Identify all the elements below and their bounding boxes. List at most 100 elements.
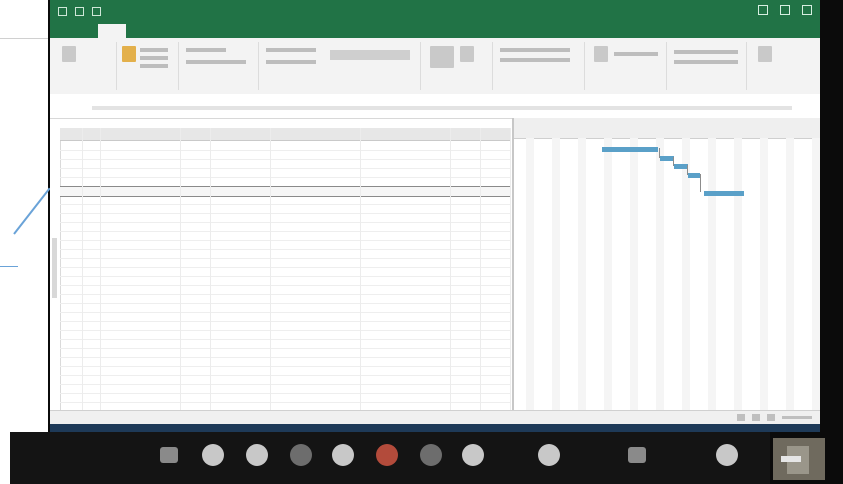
save-icon[interactable] <box>58 7 67 16</box>
gantt-nonworking-column <box>682 138 690 410</box>
grid-column-line <box>82 128 83 410</box>
gantt-nonworking-column <box>552 138 560 410</box>
ribbon-tab[interactable] <box>140 24 164 38</box>
dependency-arrow <box>659 148 660 158</box>
divider <box>0 38 48 39</box>
camera-icon[interactable] <box>202 444 224 466</box>
project-app-window <box>50 0 820 432</box>
os-taskbar <box>50 424 820 432</box>
dependency-arrow <box>700 174 701 192</box>
gantt-nonworking-column <box>812 138 820 410</box>
format-painter-icon[interactable] <box>140 64 168 68</box>
gantt-task-bar[interactable] <box>602 147 658 152</box>
chat-icon[interactable] <box>332 444 354 466</box>
background-page <box>0 0 51 484</box>
auto-schedule-icon[interactable] <box>460 46 474 62</box>
cut-icon[interactable] <box>140 48 168 52</box>
security-icon[interactable] <box>246 444 268 466</box>
apps-icon[interactable] <box>538 444 560 466</box>
grid-column-line <box>480 128 481 410</box>
manually-schedule-icon[interactable] <box>430 46 454 68</box>
close-icon[interactable] <box>802 5 812 15</box>
gantt-task-bar[interactable] <box>688 173 700 178</box>
gantt-nonworking-column <box>734 138 742 410</box>
properties-buttons[interactable] <box>614 52 658 56</box>
gantt-chart <box>514 118 820 410</box>
minimize-icon[interactable] <box>758 5 768 15</box>
ribbon <box>50 38 820 95</box>
participant-video <box>781 456 801 462</box>
grid-column-line <box>210 128 211 410</box>
insert-buttons[interactable] <box>500 48 570 52</box>
toolbar-icon[interactable] <box>716 444 738 466</box>
paste-icon[interactable] <box>122 46 136 62</box>
gantt-nonworking-column <box>760 138 768 410</box>
ribbon-group-share <box>748 42 816 90</box>
task-grid <box>60 128 510 412</box>
ribbon-tab[interactable] <box>98 24 126 38</box>
team-planner-icon[interactable] <box>767 414 775 421</box>
grid-column-line <box>360 128 361 410</box>
gantt-nonworking-column <box>786 138 794 410</box>
gantt-nonworking-column <box>630 138 638 410</box>
ribbon-tab[interactable] <box>60 24 84 38</box>
share-icon[interactable] <box>758 46 772 62</box>
ribbon-tab[interactable] <box>292 24 316 38</box>
gantt-nonworking-column <box>708 138 716 410</box>
participants-icon[interactable] <box>290 444 312 466</box>
leave-icon[interactable] <box>628 447 646 463</box>
editing-buttons[interactable] <box>674 60 738 64</box>
copy-icon[interactable] <box>140 56 168 60</box>
grid-column-line <box>100 128 101 410</box>
view-shortcuts <box>737 414 812 421</box>
ribbon-tab[interactable] <box>330 24 354 38</box>
ribbon-tab[interactable] <box>216 24 240 38</box>
font-style-buttons[interactable] <box>186 60 246 64</box>
timeline-bar <box>92 106 792 110</box>
gantt-task-bar[interactable] <box>704 191 744 196</box>
gantt-nonworking-column <box>578 138 586 410</box>
status-bar <box>50 410 820 425</box>
drawn-line <box>13 187 51 235</box>
ribbon-tab[interactable] <box>178 24 202 38</box>
drawn-line <box>0 266 18 267</box>
zoom-slider[interactable] <box>782 416 812 419</box>
font-select[interactable] <box>186 48 226 52</box>
share-screen-icon[interactable] <box>376 444 398 466</box>
quick-access-toolbar <box>58 7 101 16</box>
participant-video-thumbnail[interactable] <box>773 438 825 480</box>
timeline[interactable] <box>50 94 820 119</box>
gantt-task-bar[interactable] <box>674 164 688 169</box>
grid-header <box>60 128 510 141</box>
task-usage-icon[interactable] <box>752 414 760 421</box>
ribbon-group-clipboard <box>118 42 179 90</box>
undo-icon[interactable] <box>75 7 84 16</box>
dependency-arrow <box>673 157 674 166</box>
gantt-task-bar[interactable] <box>660 156 674 161</box>
grid-column-line <box>510 128 511 410</box>
gantt-nonworking-column <box>526 138 534 410</box>
ribbon-tabs <box>50 24 820 38</box>
information-icon[interactable] <box>594 46 608 62</box>
grid-column-line <box>180 128 181 410</box>
ribbon-tab[interactable] <box>254 24 278 38</box>
mark-on-track-button[interactable] <box>330 50 410 60</box>
reactions-icon[interactable] <box>462 444 484 466</box>
gantt-nonworking-column <box>604 138 612 410</box>
redo-icon[interactable] <box>92 7 101 16</box>
grid-column-line <box>270 128 271 410</box>
editing-buttons[interactable] <box>674 50 738 54</box>
ribbon-tab[interactable] <box>406 24 430 38</box>
meeting-toolbar <box>10 432 770 484</box>
dependency-arrow <box>687 165 688 175</box>
gantt-chart-icon[interactable] <box>62 46 76 62</box>
schedule-buttons[interactable] <box>266 60 316 64</box>
record-icon[interactable] <box>420 444 442 466</box>
insert-buttons[interactable] <box>500 58 570 62</box>
maximize-icon[interactable] <box>780 5 790 15</box>
gantt-view-icon[interactable] <box>737 414 745 421</box>
mic-icon[interactable] <box>160 447 178 463</box>
schedule-buttons[interactable] <box>266 48 316 52</box>
gantt-nonworking-column <box>656 138 664 410</box>
ribbon-tab[interactable] <box>368 24 392 38</box>
